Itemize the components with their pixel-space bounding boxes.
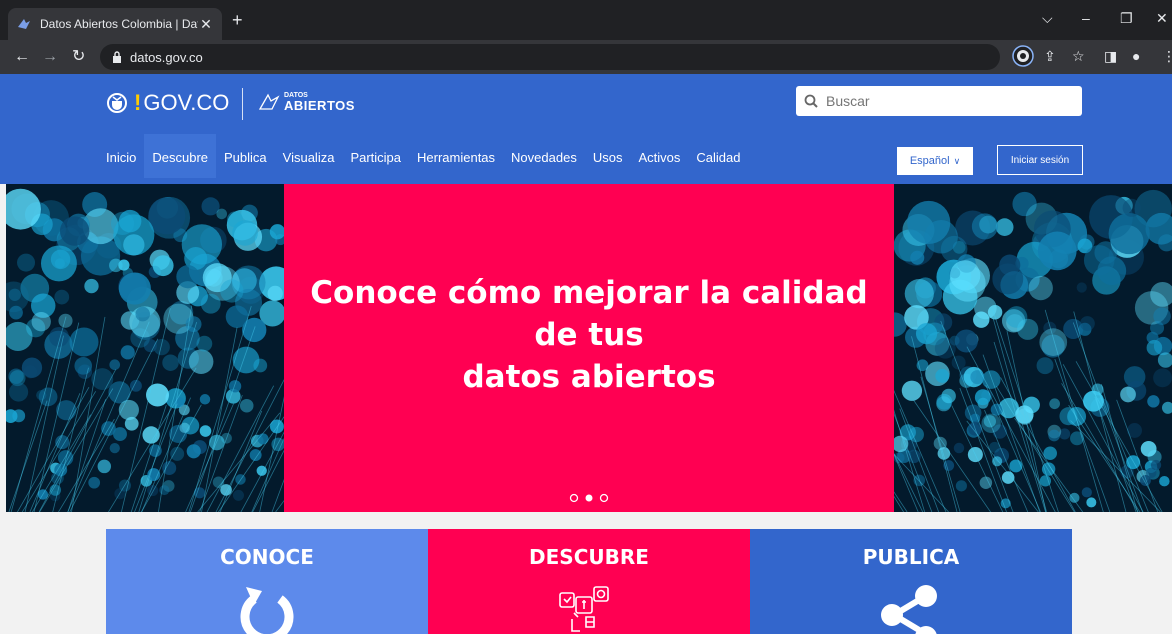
card-label: DESCUBRE	[529, 545, 649, 569]
share-page-icon[interactable]: ⇪	[1044, 48, 1056, 65]
profile-icon[interactable]: ●	[1132, 48, 1140, 64]
chevron-down-icon: ∨	[953, 155, 961, 166]
card-descubre[interactable]: DESCUBRE	[428, 529, 750, 634]
gov-co-logo[interactable]: ! GOV.CO	[106, 90, 229, 116]
logo-divider	[242, 88, 243, 120]
minimize-icon[interactable]: –	[1082, 10, 1090, 26]
nav-item-herramientas[interactable]: Herramientas	[409, 134, 503, 178]
google-lens-icon[interactable]	[1012, 45, 1034, 70]
bookmark-star-icon[interactable]: ☆	[1072, 48, 1085, 65]
datos-logo-bottom: ABIERTOS	[284, 98, 355, 113]
colombia-shield-icon	[107, 93, 127, 113]
search-icon	[804, 94, 818, 108]
tab-close-icon[interactable]: ✕	[198, 16, 214, 33]
nav-item-novedades[interactable]: Novedades	[503, 134, 585, 178]
gov-logo-text: GOV.CO	[143, 90, 230, 115]
refresh-icon	[240, 587, 294, 634]
nav-item-participa[interactable]: Participa	[342, 134, 409, 178]
site-favicon-icon	[16, 16, 32, 32]
url-text: datos.gov.co	[130, 49, 203, 65]
hero-title-line-2: datos abiertos	[462, 359, 716, 395]
nav-item-calidad[interactable]: Calidad	[688, 134, 748, 178]
search-box[interactable]	[796, 86, 1082, 116]
main-nav: Inicio Descubre Publica Visualiza Participa H…	[98, 134, 748, 178]
language-selector[interactable]: Español ∨	[897, 147, 973, 175]
nav-item-usos[interactable]: Usos	[585, 134, 631, 178]
address-bar[interactable]: datos.gov.co	[100, 44, 1000, 70]
hero-slide-panel[interactable]: Conoce cómo mejorar la calidad de tus da…	[284, 184, 894, 512]
lock-icon	[113, 51, 121, 63]
language-label: Español	[909, 155, 950, 167]
nav-item-visualiza[interactable]: Visualiza	[275, 134, 343, 178]
browser-toolbar: ← → ↻ datos.gov.co ⇪ ☆ ◨ ● ⋮	[0, 40, 1172, 74]
card-publica[interactable]: PUBLICA	[750, 529, 1072, 634]
gov-logo-mark: !	[134, 90, 142, 115]
browser-menu-icon[interactable]: ⋮	[1162, 48, 1172, 65]
datos-abiertos-mark-icon	[258, 93, 280, 110]
login-button[interactable]: Iniciar sesión	[997, 145, 1083, 175]
tab-title: Datos Abiertos Colombia | Datos	[40, 17, 198, 31]
tab-search-icon[interactable]: ⌵	[1042, 10, 1053, 27]
social-network-icon	[559, 586, 609, 632]
feature-cards: CONOCE DESCUBRE PUBLICA	[106, 529, 1072, 634]
nav-item-activos[interactable]: Activos	[630, 134, 688, 178]
back-icon[interactable]: ←	[14, 48, 30, 66]
nav-item-descubre[interactable]: Descubre	[144, 134, 216, 178]
search-input[interactable]	[826, 93, 1066, 109]
share-icon	[881, 585, 937, 634]
browser-tab[interactable]: Datos Abiertos Colombia | Datos ✕	[8, 8, 222, 40]
site-header: ! GOV.CO DATOS ABIERTOS InicioDescubrePu…	[0, 74, 1172, 184]
carousel-dots	[569, 493, 609, 503]
card-conoce[interactable]: CONOCE	[106, 529, 428, 634]
nav-item-publica[interactable]: Publica	[216, 134, 275, 178]
reload-icon[interactable]: ↻	[72, 48, 85, 66]
fiber-optic-image-right	[894, 184, 1172, 512]
restore-icon[interactable]: ❐	[1120, 10, 1133, 27]
hero-carousel: Conoce cómo mejorar la calidad de tus da…	[6, 184, 1172, 512]
carousel-dot[interactable]	[599, 493, 609, 503]
window-close-icon[interactable]: ✕	[1156, 10, 1168, 27]
new-tab-icon[interactable]: +	[232, 11, 243, 29]
hero-title: Conoce cómo mejorar la calidad de tus da…	[284, 272, 894, 398]
side-panel-icon[interactable]: ◨	[1104, 48, 1117, 65]
datos-abiertos-logo[interactable]: DATOS ABIERTOS	[258, 92, 355, 112]
carousel-dot[interactable]	[585, 494, 593, 502]
card-label: PUBLICA	[862, 545, 960, 569]
nav-item-inicio[interactable]: Inicio	[98, 134, 144, 178]
forward-icon[interactable]: →	[42, 48, 58, 66]
fiber-optic-image-left	[6, 184, 284, 512]
hero-title-line-1: Conoce cómo mejorar la calidad de tus	[310, 275, 868, 353]
carousel-dot[interactable]	[569, 493, 579, 503]
browser-tab-bar: Datos Abiertos Colombia | Datos ✕ + ⌵ – …	[0, 0, 1172, 40]
card-label: CONOCE	[220, 545, 314, 569]
